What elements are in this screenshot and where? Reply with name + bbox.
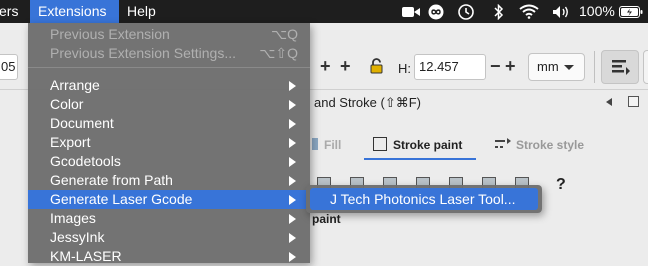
paint-label: paint: [312, 212, 341, 226]
bluetooth-icon[interactable]: [494, 0, 504, 23]
battery-percent: 100%: [579, 3, 615, 19]
menu-item-arrange[interactable]: Arrange: [28, 76, 310, 95]
menu-item-color[interactable]: Color: [28, 95, 310, 114]
menu-item-images[interactable]: Images: [28, 209, 310, 228]
lock-icon[interactable]: [370, 58, 383, 77]
battery-icon[interactable]: [619, 0, 643, 23]
menu-item-jtech-laser-tool[interactable]: J Tech Photonics Laser Tool...: [310, 188, 538, 210]
paint-unknown-icon[interactable]: ?: [556, 176, 566, 194]
submenu-arrow-icon: [289, 195, 296, 205]
panel-arrow-left-icon[interactable]: [606, 98, 612, 106]
panel-title: and Stroke (⇧⌘F): [314, 95, 421, 110]
menu-item-km-laser[interactable]: KM-LASER: [28, 247, 310, 266]
unit-select[interactable]: mm: [528, 53, 585, 81]
menu-item-document[interactable]: Document: [28, 114, 310, 133]
snap-icon: [612, 60, 630, 75]
panel-close-icon[interactable]: [628, 96, 639, 107]
menu-help[interactable]: Help: [120, 0, 163, 23]
infinity-icon[interactable]: [428, 0, 444, 23]
toolbar-divider: [594, 51, 595, 83]
submenu-arrow-icon: [289, 233, 296, 243]
w-minus-fragment[interactable]: +: [340, 56, 351, 76]
volume-icon[interactable]: [552, 0, 570, 23]
wifi-icon[interactable]: [519, 0, 539, 23]
menu-layers[interactable]: ers: [0, 0, 25, 23]
toolbar-button-partial[interactable]: [643, 50, 648, 84]
menu-item-gcodetools[interactable]: Gcodetools: [28, 152, 310, 171]
extensions-menu: Previous Extension ⌥Q Previous Extension…: [28, 23, 310, 266]
unit-value: mm: [537, 59, 559, 74]
menu-divider: [28, 67, 310, 68]
time-machine-icon[interactable]: [457, 0, 475, 23]
submenu-arrow-icon: [289, 81, 296, 91]
fill-icon: [312, 138, 318, 150]
h-label: H:: [398, 61, 411, 76]
submenu-arrow-icon: [289, 176, 296, 186]
menu-item-previous-extension-settings[interactable]: Previous Extension Settings... ⌥⇧Q: [28, 44, 310, 63]
menu-bar: ers Extensions Help 100%: [0, 0, 648, 23]
menu-item-export[interactable]: Export: [28, 133, 310, 152]
generate-laser-gcode-submenu: J Tech Photonics Laser Tool...: [306, 185, 542, 213]
submenu-arrow-icon: [289, 100, 296, 110]
chevron-down-icon: [564, 65, 574, 70]
x-field[interactable]: 05: [0, 54, 18, 80]
snap-toggle-button[interactable]: [601, 50, 639, 84]
menu-item-generate-from-path[interactable]: Generate from Path: [28, 171, 310, 190]
stroke-paint-icon: [373, 137, 387, 151]
submenu-arrow-icon: [289, 214, 296, 224]
submenu-arrow-icon: [289, 119, 296, 129]
tab-underline: [364, 158, 476, 160]
h-plus-button[interactable]: +: [505, 56, 516, 76]
w-plus-button[interactable]: +: [320, 56, 331, 76]
submenu-arrow-icon: [289, 138, 296, 148]
menu-extensions[interactable]: Extensions: [30, 0, 119, 23]
video-icon[interactable]: [402, 0, 420, 23]
menu-item-jessyink[interactable]: JessyInk: [28, 228, 310, 247]
h-minus-button[interactable]: −: [490, 56, 501, 76]
menu-item-previous-extension[interactable]: Previous Extension ⌥Q: [28, 25, 310, 44]
stroke-style-icon: [495, 138, 511, 148]
submenu-arrow-icon: [289, 252, 296, 262]
menu-item-generate-laser-gcode[interactable]: Generate Laser Gcode: [28, 190, 310, 209]
submenu-arrow-icon: [289, 157, 296, 167]
h-field[interactable]: 12.457: [414, 54, 486, 80]
